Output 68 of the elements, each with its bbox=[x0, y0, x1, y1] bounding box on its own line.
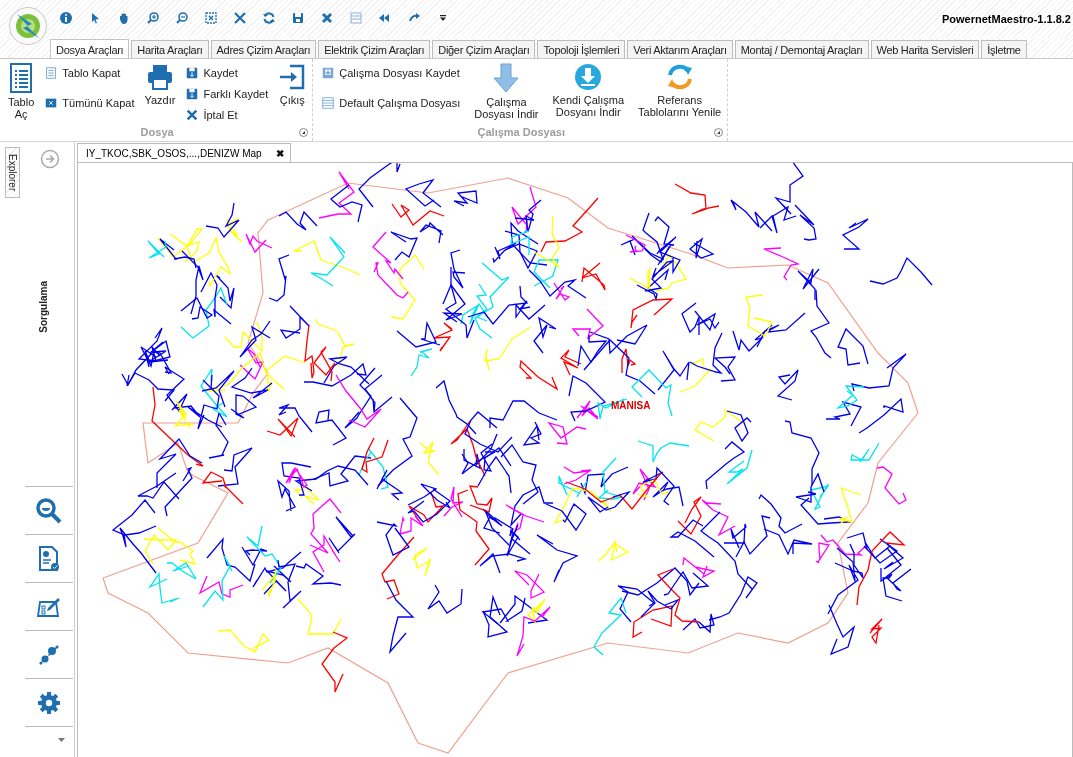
info-button[interactable] bbox=[58, 10, 74, 26]
group-title: Dosya bbox=[140, 125, 174, 140]
info-icon bbox=[58, 10, 74, 26]
dialog-launcher-icon[interactable] bbox=[714, 128, 724, 137]
app-title: PowernetMaestro-1.1.8.2 bbox=[942, 13, 1071, 25]
ribbon-button[interactable]: Referans Tablolarını Yenile bbox=[638, 63, 722, 121]
ribbon-button[interactable]: Tablo Kapat bbox=[44, 65, 135, 81]
ribbon-tab[interactable]: Web Harita Servisleri bbox=[870, 40, 980, 58]
ribbon-tab[interactable]: Veri Aktarım Araçları bbox=[627, 40, 733, 58]
form-pen-icon bbox=[36, 595, 62, 618]
document-tab[interactable]: IY_TKOC,SBK_OSOS,...,DENIZW Map ✖ bbox=[77, 143, 291, 163]
list-icon bbox=[348, 10, 364, 26]
ribbon-button[interactable]: Çıkış bbox=[278, 63, 307, 121]
table-close-icon bbox=[44, 66, 59, 80]
table-document-icon bbox=[8, 63, 35, 93]
download-circle-icon bbox=[574, 63, 603, 91]
refresh-arrows-icon bbox=[665, 63, 694, 91]
printer-icon bbox=[145, 63, 174, 91]
zoom-extent-button[interactable] bbox=[203, 10, 219, 26]
close-all-icon bbox=[44, 96, 59, 110]
ribbon-button[interactable]: Kendi Çalışma Dosyanı İndir bbox=[552, 63, 625, 121]
document-check-icon bbox=[37, 545, 61, 572]
ribbon-button[interactable]: Çalışma Dosyası İndir bbox=[474, 63, 539, 121]
ribbon-tab[interactable]: Harita Araçları bbox=[131, 40, 209, 58]
save-icon bbox=[321, 66, 336, 80]
save-button[interactable] bbox=[290, 10, 306, 26]
download-arrow-icon bbox=[493, 63, 520, 93]
network-nodes-icon bbox=[37, 642, 61, 667]
ribbon-button[interactable]: Tümünü Kapat bbox=[44, 95, 135, 111]
list-icon bbox=[321, 96, 336, 110]
close-tab-button[interactable]: ✖ bbox=[275, 148, 284, 159]
dropdown-caret-icon bbox=[58, 737, 65, 742]
zoom-out-icon bbox=[174, 10, 190, 26]
ribbon-tab[interactable]: Dosya Araçları bbox=[50, 39, 130, 58]
zoom-in-icon bbox=[145, 10, 161, 26]
dialog-launcher-icon[interactable] bbox=[299, 128, 309, 137]
ribbon-button[interactable]: Kaydet bbox=[185, 65, 269, 81]
ribbon-button[interactable]: İptal Et bbox=[185, 107, 269, 123]
section-title: Sorgulama bbox=[37, 281, 49, 333]
ribbon-tab[interactable]: İşletme bbox=[981, 40, 1027, 58]
zoom-extent-icon bbox=[203, 10, 219, 26]
place-label: MANISA bbox=[611, 400, 651, 411]
delete-button[interactable] bbox=[319, 10, 335, 26]
ribbon-button[interactable]: Çalışma Dosyası Kaydet bbox=[321, 65, 461, 81]
ribbon-button[interactable]: Tablo Aç bbox=[8, 63, 35, 121]
ribbon-button[interactable]: Default Çalışma Dosyası bbox=[321, 95, 461, 111]
ribbon-button[interactable]: Farklı Kaydet bbox=[185, 86, 269, 102]
save-icon bbox=[185, 66, 200, 80]
ribbon-tab[interactable]: Elektrik Çizim Araçları bbox=[318, 40, 431, 58]
zoom-out-button[interactable] bbox=[174, 10, 190, 26]
ribbon-button[interactable]: Yazdır bbox=[144, 63, 176, 121]
group-title: Çalışma Dosyası bbox=[477, 125, 565, 140]
cancel-icon bbox=[185, 108, 200, 122]
save-icon bbox=[290, 10, 306, 26]
search-icon bbox=[36, 497, 62, 524]
ribbon-tab[interactable]: Adres Çizim Araçları bbox=[210, 40, 317, 58]
exit-icon bbox=[278, 63, 307, 91]
delete-icon bbox=[319, 10, 335, 26]
refresh-icon bbox=[261, 10, 277, 26]
zoom-in-button[interactable] bbox=[145, 10, 161, 26]
explorer-tab[interactable]: Explorer bbox=[5, 147, 20, 199]
ribbon-tab[interactable]: Diğer Çizim Araçları bbox=[432, 40, 536, 58]
refresh-button[interactable] bbox=[261, 10, 277, 26]
ribbon-tab[interactable]: Topoloji İşlemleri bbox=[537, 40, 626, 58]
map-view[interactable]: MANISA bbox=[77, 162, 1073, 757]
save-as-icon bbox=[185, 87, 200, 101]
ribbon-tab[interactable]: Montaj / Demontaj Araçları bbox=[734, 40, 869, 58]
settings-icon bbox=[37, 690, 61, 715]
